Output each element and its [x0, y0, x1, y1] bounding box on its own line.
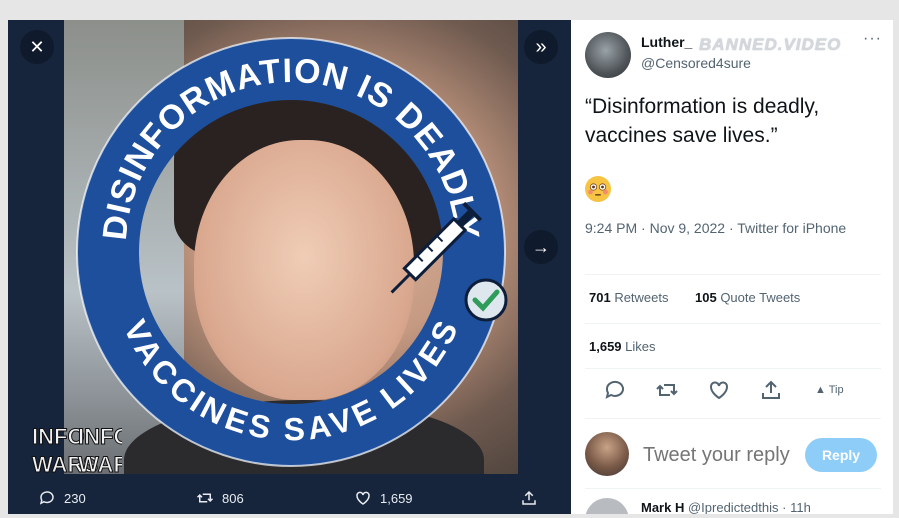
expand-panel-button[interactable]: »: [524, 30, 558, 64]
screen: DISINFORMATION IS DEADLY VACCINES SAVE L…: [0, 0, 899, 518]
share-icon[interactable]: [759, 378, 783, 402]
close-icon: ✕: [29, 36, 45, 57]
divider: [585, 368, 881, 369]
next-media-button[interactable]: →: [524, 230, 558, 264]
likes-count: 1,659: [589, 339, 622, 354]
close-button[interactable]: ✕: [20, 30, 54, 64]
author-handle[interactable]: @Censored4sure: [641, 55, 751, 71]
reply-icon: [39, 491, 54, 505]
author-avatar[interactable]: [585, 32, 631, 78]
tweet-action-bar: [571, 378, 893, 408]
banned-video-watermark: BANNED.VIDEO: [699, 35, 842, 54]
retweets-stat[interactable]: 701 Retweets: [589, 290, 669, 305]
retweet-icon: [196, 493, 214, 503]
reply-count: 230: [64, 490, 86, 506]
media-action-bar: 230 806 1,659: [8, 482, 571, 514]
next-reply-header[interactable]: Mark H @Ipredictedthis · 11h: [641, 500, 893, 514]
flushed-face-emoji: [585, 176, 611, 202]
reply-action[interactable]: 230: [38, 489, 86, 507]
reply-button[interactable]: Reply: [805, 438, 877, 472]
heart-icon[interactable]: [707, 378, 731, 402]
arrow-right-icon: →: [532, 236, 550, 257]
retweet-action[interactable]: 806: [196, 489, 244, 507]
tip-label: Tip: [828, 384, 844, 396]
divider: [585, 418, 881, 419]
next-reply-author: Mark H: [641, 500, 685, 514]
tweet-timestamp[interactable]: 9:24 PM · Nov 9, 2022 · Twitter for iPho…: [585, 218, 885, 239]
checkmark-badge-icon: [464, 278, 508, 322]
share-icon: [522, 490, 536, 505]
divider: [585, 488, 881, 489]
divider: [585, 323, 881, 324]
media-viewer: DISINFORMATION IS DEADLY VACCINES SAVE L…: [8, 20, 571, 514]
reply-input[interactable]: [643, 444, 803, 467]
divider: [585, 274, 881, 275]
quote-tweets-count: 105: [695, 290, 717, 305]
tip-button[interactable]: ▲ Tip: [815, 384, 844, 396]
quote-tweets-stat[interactable]: 105 Quote Tweets: [695, 290, 800, 305]
logo-text-4: WARS: [78, 452, 122, 477]
tweet-text: “Disinformation is deadly, vaccines save…: [585, 95, 820, 147]
retweet-count: 806: [222, 490, 244, 506]
retweets-label: Retweets: [610, 290, 669, 305]
logo-text-1: INFO: [32, 424, 85, 449]
double-chevron-right-icon: »: [535, 35, 547, 58]
quote-tweets-label: Quote Tweets: [716, 290, 801, 305]
ring-top-text: DISINFORMATION IS DEADLY: [96, 52, 486, 242]
profile-frame-ring: DISINFORMATION IS DEADLY VACCINES SAVE L…: [76, 37, 508, 467]
heart-icon: [356, 491, 370, 505]
likes-stat[interactable]: 1,659 Likes: [589, 339, 656, 354]
like-count: 1,659: [380, 490, 413, 506]
current-user-avatar[interactable]: [585, 432, 629, 476]
next-reply-time: · 11h: [782, 500, 811, 514]
likes-label: Likes: [621, 339, 656, 354]
share-action[interactable]: [520, 489, 538, 507]
next-reply-avatar[interactable]: [585, 498, 629, 514]
retweets-count: 701: [589, 290, 611, 305]
logo-text-2: INFO: [78, 424, 122, 449]
reply-icon[interactable]: [603, 378, 627, 402]
tweet-photo[interactable]: DISINFORMATION IS DEADLY VACCINES SAVE L…: [64, 20, 518, 474]
tip-icon: ▲: [815, 384, 826, 396]
more-options-button[interactable]: ···: [863, 30, 882, 48]
next-reply-handle: @Ipredictedthis: [687, 500, 779, 514]
infowars-logo: INFO INFO WARS WARS: [32, 424, 123, 478]
author-name[interactable]: Luther_: [641, 34, 692, 50]
tweet-panel: Luther_ BANNED.VIDEO @Censored4sure ··· …: [571, 20, 893, 514]
retweet-icon[interactable]: [655, 378, 679, 402]
like-action[interactable]: 1,659: [354, 489, 413, 507]
